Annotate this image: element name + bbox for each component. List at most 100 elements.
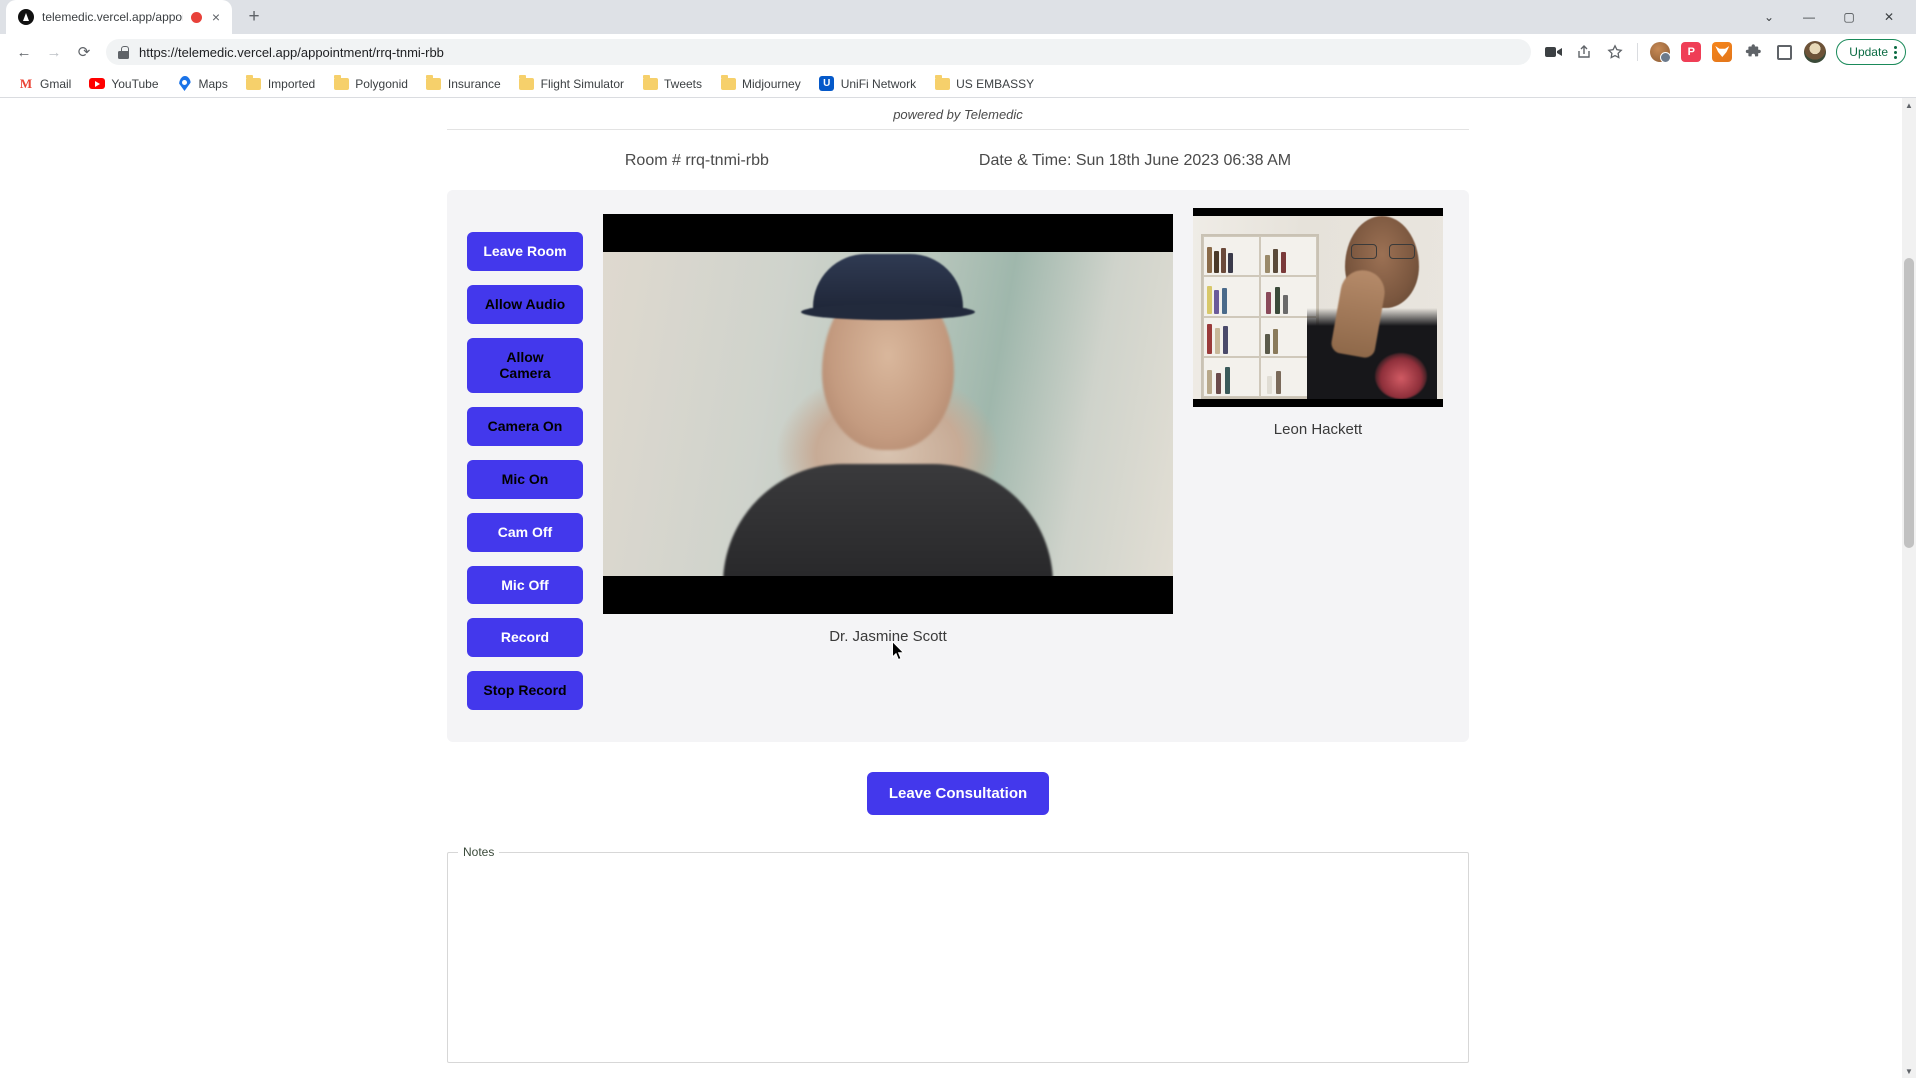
maps-pin-icon	[177, 76, 193, 92]
room-number: Room # rrq-tnmi-rbb	[624, 152, 769, 169]
sidebar-toggle-icon[interactable]	[1770, 38, 1798, 66]
close-window-button[interactable]: ✕	[1872, 4, 1906, 30]
record-dot-icon	[190, 11, 202, 23]
gmail-icon: M	[19, 75, 33, 91]
toolbar-icons: P Update	[1539, 38, 1906, 66]
leave-room-button[interactable]: Leave Room	[467, 232, 583, 271]
stop-record-button[interactable]: Stop Record	[467, 671, 583, 710]
side-video-shirt-logo	[1375, 353, 1427, 399]
browser-window: telemedic.vercel.app/appoin × + ⌄ — ▢ ✕ …	[0, 0, 1916, 1078]
bookmark-label: US EMBASSY	[956, 76, 1035, 91]
bookmark-us-embassy[interactable]: US EMBASSY	[926, 73, 1042, 95]
bookmark-label: Tweets	[664, 76, 703, 91]
address-bar[interactable]: https://telemedic.vercel.app/appointment…	[106, 39, 1532, 65]
camera-on-button[interactable]: Camera On	[467, 407, 583, 446]
bookmark-label: Gmail	[40, 76, 72, 91]
monkey-avatar-extension-icon[interactable]	[1646, 38, 1674, 66]
back-icon[interactable]: ←	[10, 38, 38, 66]
folder-icon	[246, 75, 262, 92]
update-button[interactable]: Update	[1836, 39, 1906, 65]
notes-fieldset: Notes	[447, 845, 1469, 1063]
side-participant-name: Leon Hackett	[1273, 421, 1363, 438]
close-icon[interactable]: ×	[210, 8, 222, 26]
powered-by-text: powered by Telemedic	[893, 107, 1023, 122]
page-scrollbar[interactable]: ▲ ▼	[1902, 98, 1916, 1078]
leave-consultation-button[interactable]: Leave Consultation	[866, 772, 1050, 815]
scroll-down-arrow[interactable]: ▼	[1902, 1064, 1916, 1078]
vercel-triangle-icon	[18, 9, 34, 25]
bookmark-gmail[interactable]: M Gmail	[10, 73, 79, 95]
scroll-up-arrow[interactable]: ▲	[1902, 98, 1916, 112]
profile-avatar[interactable]	[1801, 38, 1829, 66]
youtube-icon	[89, 76, 106, 92]
scrollbar-thumb[interactable]	[1904, 258, 1914, 548]
minimize-button[interactable]: —	[1792, 4, 1826, 30]
appointment-meta: Room # rrq-tnmi-rbb Date & Time: Sun 18t…	[0, 130, 1916, 190]
mic-on-button[interactable]: Mic On	[467, 459, 583, 499]
bookmark-label: Flight Simulator	[540, 76, 624, 91]
call-controls: Leave Room Allow Audio Allow Camera Came…	[467, 208, 583, 720]
toolbar-divider	[1637, 43, 1639, 61]
page-viewport: powered by Telemedic Room # rrq-tnmi-rbb…	[0, 98, 1916, 1078]
maximize-button[interactable]: ▢	[1832, 4, 1866, 30]
bookmark-label: Polygonid	[355, 76, 408, 91]
video-camera-icon[interactable]	[1539, 38, 1567, 66]
puzzle-extensions-icon[interactable]	[1739, 38, 1767, 66]
metamask-fox-extension-icon[interactable]	[1708, 38, 1736, 66]
bookmark-insurance[interactable]: Insurance	[418, 73, 509, 95]
share-icon[interactable]	[1570, 38, 1598, 66]
bookshelf-decoration	[1201, 234, 1319, 399]
bookmark-imported[interactable]: Imported	[238, 73, 323, 95]
folder-icon	[519, 75, 535, 92]
folder-icon	[642, 75, 658, 92]
bookmark-tweets[interactable]: Tweets	[634, 73, 710, 95]
bookmark-polygonid[interactable]: Polygonid	[325, 73, 416, 95]
side-video-stream[interactable]	[1193, 208, 1443, 407]
notes-textarea[interactable]	[458, 867, 1458, 1047]
main-video-stream[interactable]	[603, 214, 1173, 614]
forward-icon[interactable]: →	[40, 38, 68, 66]
telemedic-appointment-page: powered by Telemedic Room # rrq-tnmi-rbb…	[0, 98, 1916, 1078]
bookmarks-bar: M Gmail YouTube Maps Imported Polygonid I…	[0, 70, 1916, 98]
folder-icon	[934, 75, 950, 92]
letterbox-bottom	[603, 576, 1173, 614]
update-button-label: Update	[1849, 45, 1888, 59]
bookmark-midjourney[interactable]: Midjourney	[712, 73, 809, 95]
folder-icon	[720, 75, 736, 92]
kebab-menu-icon[interactable]	[1894, 45, 1897, 59]
bookmark-maps[interactable]: Maps	[169, 73, 236, 95]
letterbox-bottom	[1193, 399, 1443, 407]
pocket-extension-icon[interactable]: P	[1677, 38, 1705, 66]
mic-off-button[interactable]: Mic Off	[467, 565, 583, 605]
side-video-glasses	[1351, 244, 1415, 259]
new-tab-button[interactable]: +	[240, 3, 268, 31]
folder-icon	[333, 75, 349, 92]
allow-camera-button[interactable]: Allow Camera	[467, 337, 583, 394]
bookmark-star-icon[interactable]	[1601, 38, 1629, 66]
bookmark-label: Insurance	[447, 76, 501, 91]
bookmark-flight-simulator[interactable]: Flight Simulator	[511, 73, 632, 95]
main-participant-name: Dr. Jasmine Scott	[829, 628, 947, 645]
url-text: https://telemedic.vercel.app/appointment…	[139, 44, 444, 60]
bookmark-label: Imported	[267, 76, 316, 91]
reload-icon[interactable]: ⟳	[70, 38, 98, 66]
side-participant-tile: Leon Hackett	[1193, 208, 1443, 720]
allow-audio-button[interactable]: Allow Audio	[467, 284, 583, 324]
record-button[interactable]: Record	[467, 618, 583, 658]
tab-strip: telemedic.vercel.app/appoin × + ⌄ — ▢ ✕	[0, 0, 1916, 34]
bookmark-youtube[interactable]: YouTube	[81, 73, 166, 95]
video-call-panel: Leave Room Allow Audio Allow Camera Came…	[447, 190, 1469, 742]
main-participant-tile: Dr. Jasmine Scott	[603, 208, 1173, 720]
bookmark-label: Maps	[198, 76, 228, 91]
window-controls: ⌄ — ▢ ✕	[1752, 4, 1916, 34]
leave-consultation-wrap: Leave Consultation	[0, 742, 1916, 815]
letterbox-top	[603, 214, 1173, 252]
bookmark-label: Midjourney	[742, 76, 801, 91]
letterbox-top	[1193, 208, 1443, 216]
notes-legend: Notes	[463, 845, 495, 859]
cam-off-button[interactable]: Cam Off	[467, 512, 583, 552]
chevron-down-icon[interactable]: ⌄	[1752, 4, 1786, 30]
bookmark-unifi-network[interactable]: U UniFi Network	[811, 73, 924, 95]
browser-tab-active[interactable]: telemedic.vercel.app/appoin ×	[6, 0, 232, 34]
browser-toolbar: ← → ⟳ https://telemedic.vercel.app/appoi…	[0, 34, 1916, 70]
